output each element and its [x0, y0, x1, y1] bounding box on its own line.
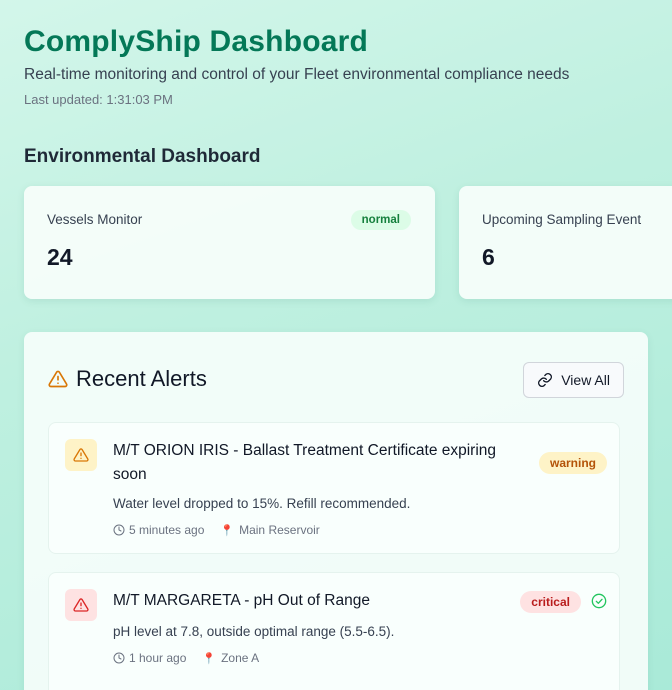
- alert-description: pH level at 7.8, outside optimal range (…: [113, 624, 395, 639]
- alert-location-text: Zone A: [221, 651, 260, 665]
- alert-meta: 5 minutes ago 📍 Main Reservoir: [113, 523, 336, 537]
- section-title: Environmental Dashboard: [24, 146, 261, 167]
- alert-time-text: 5 minutes ago: [129, 523, 205, 537]
- stat-card-label: Upcoming Sampling Event: [482, 212, 642, 227]
- stat-card-value: 24: [47, 244, 73, 270]
- alert-title: M/T ORION IRIS - Ballast Treatment Certi…: [113, 442, 497, 483]
- severity-badge: critical: [520, 591, 581, 613]
- location-pin-icon: 📍: [202, 652, 217, 665]
- warning-triangle-icon: [48, 370, 68, 388]
- stat-card-value: 6: [482, 244, 495, 270]
- alert-title: M/T MARGARETA - pH Out of Range: [113, 592, 370, 609]
- stat-card-vessels: Vessels Monitor 24 normal: [24, 186, 435, 299]
- stat-card-sampling: Upcoming Sampling Event 6: [459, 186, 672, 299]
- recent-alerts-panel: Recent Alerts View All M/T ORION IRIS - …: [24, 332, 648, 690]
- warning-triangle-icon: [73, 448, 89, 462]
- location-pin-icon: 📍: [220, 524, 235, 537]
- alert-meta: 1 hour ago 📍 Zone A: [113, 651, 275, 665]
- alert-time-text: 1 hour ago: [129, 651, 187, 665]
- view-all-label: View All: [561, 372, 610, 388]
- link-icon: [538, 373, 553, 387]
- clock-icon: [113, 524, 125, 536]
- alert-location: 📍 Main Reservoir: [220, 523, 319, 537]
- alert-icon-box: [65, 589, 97, 621]
- alert-description: Water level dropped to 15%. Refill recom…: [113, 496, 411, 511]
- warning-triangle-icon: [73, 598, 89, 612]
- alert-item[interactable]: M/T ORION IRIS - Ballast Treatment Certi…: [48, 422, 620, 554]
- alerts-title: Recent Alerts: [76, 366, 207, 391]
- page-header: ComplyShip Dashboard Real-time monitorin…: [24, 24, 569, 107]
- alerts-header: Recent Alerts: [48, 366, 207, 392]
- page-subtitle: Real-time monitoring and control of your…: [24, 66, 570, 83]
- alert-icon-box: [65, 439, 97, 471]
- view-all-button[interactable]: View All: [523, 362, 624, 398]
- alert-location: 📍 Zone A: [202, 651, 259, 665]
- page-title: ComplyShip Dashboard: [24, 25, 369, 58]
- alert-time: 5 minutes ago: [113, 523, 204, 537]
- check-circle-icon[interactable]: [591, 593, 607, 609]
- severity-badge: warning: [538, 452, 607, 474]
- alert-time: 1 hour ago: [113, 651, 186, 665]
- last-updated-text: Last updated: 1:31:03 PM: [24, 92, 173, 107]
- alert-location-text: Main Reservoir: [239, 523, 320, 537]
- status-badge: normal: [350, 210, 411, 230]
- clock-icon: [113, 652, 125, 664]
- alert-item[interactable]: M/T MARGARETA - pH Out of Range pH level…: [48, 572, 620, 690]
